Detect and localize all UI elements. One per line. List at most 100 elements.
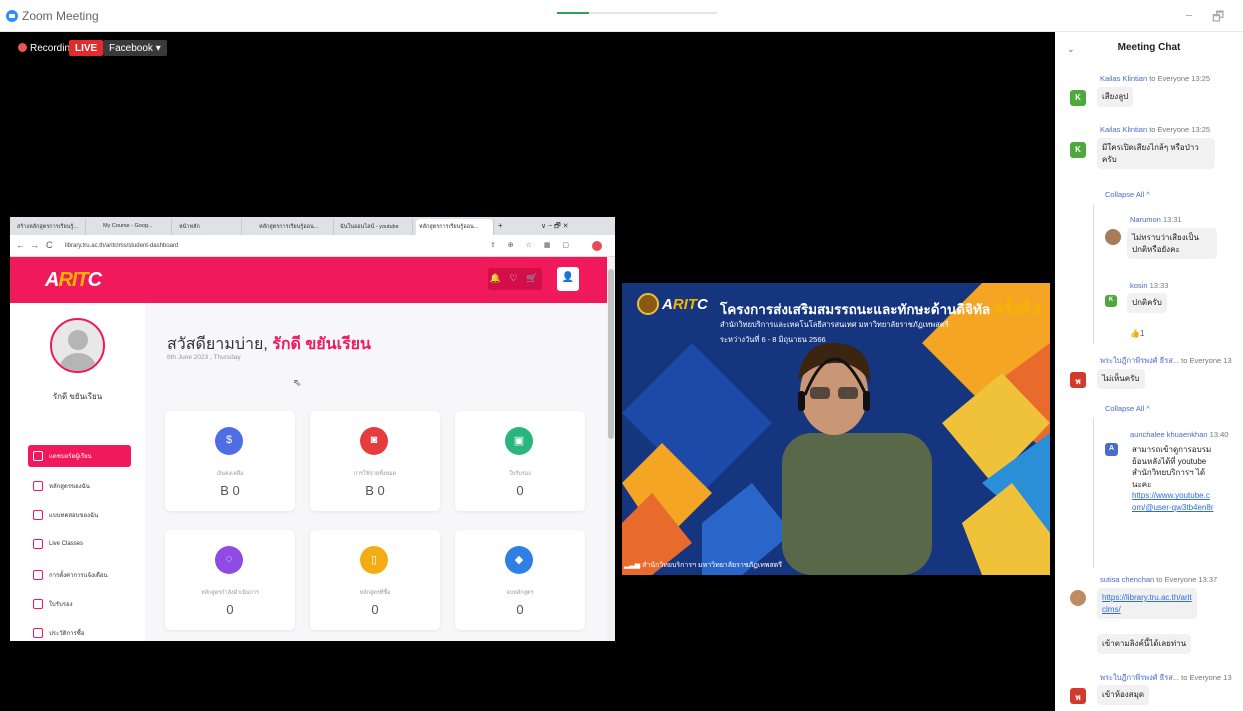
chat-message: มีใครเปิดเสียงไกล้ๆ หรือป่าวครับ xyxy=(1097,138,1215,170)
browser-tab[interactable]: สร้างหลักสูตรการเรียนรู้... xyxy=(14,219,86,235)
restore-button[interactable]: 🗗 xyxy=(1212,8,1224,30)
bell-icon xyxy=(33,570,43,580)
quiz-icon xyxy=(33,510,43,520)
wallet-icon: $ xyxy=(215,427,243,455)
chat-avatar: K xyxy=(1105,295,1117,307)
live-badge[interactable]: LIVE xyxy=(69,40,104,56)
thread-divider xyxy=(1093,204,1094,344)
card-certificates[interactable]: ▣ ใบรับรอง 0 xyxy=(455,411,585,511)
browser-toolbar-icons[interactable]: ⇪ ⊕ ☆ ▦ ▢ xyxy=(490,241,574,249)
library-link[interactable]: https://library.tru.ac.th/aritclms/ xyxy=(1102,593,1192,614)
chat-avatar: พ xyxy=(1070,688,1086,704)
card-purchased-courses[interactable]: ▯ หลักสูตรที่ซื้อ 0 xyxy=(310,530,440,630)
card-value: 0 xyxy=(516,483,524,498)
live-icon xyxy=(33,539,43,549)
card-total-spending[interactable]: ◙ การใช้จ่ายทั้งหมด B 0 xyxy=(310,411,440,511)
chat-message: สามารถเข้าดูการอบรมย้อนหลังได้ที่ youtub… xyxy=(1127,442,1219,518)
profile-avatar-icon[interactable] xyxy=(592,241,602,251)
facebook-stream-dropdown[interactable]: Facebook ▾ xyxy=(103,40,167,56)
window-title: Zoom Meeting xyxy=(22,9,99,23)
chat-message: เข้าตามลิงค์นี้ได้เลยท่าน xyxy=(1097,634,1192,654)
chat-avatar: A xyxy=(1105,443,1118,456)
chat-message: ไม่ทราบว่าเสียงเป็นปกติหรือยังคะ xyxy=(1127,228,1217,260)
chat-message: เข้าห้องสมุด xyxy=(1097,685,1150,705)
participant-name-caption: ▂▃▅ สำนักวิทยบริการฯ มหาวิทยาลัยราชภัฏเท… xyxy=(624,562,783,569)
browser-tab[interactable]: My Course - Goog... xyxy=(100,219,172,235)
card-label: การใช้จ่ายทั้งหมด xyxy=(353,471,397,477)
card-balance[interactable]: $ เงินคงเหลือ B 0 xyxy=(165,411,295,511)
url-input[interactable]: library.tru.ac.th/aritclms/student-dashb… xyxy=(65,240,485,253)
user-icon[interactable]: 👤 xyxy=(557,267,579,291)
card-label: จบหลักสูตร xyxy=(506,590,534,596)
browser-tab[interactable]: หน้าหลัก xyxy=(176,219,242,235)
greeting-date: 8th June 2023 , Thursday xyxy=(167,354,241,361)
video-banner-subtitle: สำนักวิทยบริการและเทคโนโลยีสารสนเทศ มหาว… xyxy=(720,320,949,329)
sidebar-item-my-quizzes[interactable]: แบบทดสอบของฉัน xyxy=(28,504,131,526)
card-completed-courses[interactable]: ◆ จบหลักสูตร 0 xyxy=(455,530,585,630)
mouse-cursor-icon: ⇖ xyxy=(293,378,302,389)
card-value: 0 xyxy=(371,602,379,617)
browser-tab[interactable]: หลักสูตรการเรียนรู้ออน... xyxy=(256,219,334,235)
chat-message: ไม่เห็นครับ xyxy=(1097,369,1145,389)
speaker-view-indicator xyxy=(557,12,717,14)
sidebar-item-live-classes[interactable]: Live Classes xyxy=(28,533,131,555)
bookmark-icon xyxy=(33,599,43,609)
meeting-chat-panel: ⌄ Meeting Chat Kailas Klintian to Everyo… xyxy=(1055,32,1243,711)
header-notification-wishlist-cart-icons[interactable]: 🔔 ♡ 🛒 xyxy=(488,268,542,290)
shared-screen-browser: สร้างหลักสูตรการเรียนรู้... My Course - … xyxy=(10,217,615,641)
browser-window-controls[interactable]: ∨ − 🗗 ✕ xyxy=(538,219,613,235)
browser-tabbar: สร้างหลักสูตรการเรียนรู้... My Course - … xyxy=(10,217,615,235)
chat-sender: aunchalee khuaenkhan 13:40 xyxy=(1130,430,1229,439)
card-courses-in-progress[interactable]: ◌ หลักสูตรกำลังดำเนินการ 0 xyxy=(165,530,295,630)
chat-sender: Kailas Klintian to Everyone 13:25 xyxy=(1100,74,1211,83)
chat-avatar-photo xyxy=(1105,229,1121,245)
collapse-all-link[interactable]: Collapse All ^ xyxy=(1105,404,1150,413)
receipt-icon xyxy=(33,628,43,638)
aritc-video-logo: ARITC xyxy=(662,296,708,313)
scrollbar-thumb[interactable] xyxy=(608,269,614,439)
university-seal-logo xyxy=(637,293,659,315)
monitor-icon xyxy=(33,451,43,461)
youtube-link[interactable]: https://www.youtube.com/@user-qw3tb4en8r xyxy=(1132,491,1214,512)
sidebar-item-my-courses[interactable]: หลักสูตรของฉัน xyxy=(28,475,131,497)
browser-address-bar: ← → C library.tru.ac.th/aritclms/student… xyxy=(10,235,615,257)
browser-tab[interactable]: ฉันในออนไลน์ - youtube xyxy=(337,219,413,235)
sidebar-item-certificates[interactable]: ใบรับรอง xyxy=(28,593,131,615)
card-value: B 0 xyxy=(365,483,385,498)
graduation-icon: ◆ xyxy=(505,546,533,574)
book-icon: ▯ xyxy=(360,546,388,574)
speaker-video-tile[interactable]: ARITC โครงการส่งเสริมสมรรถนะและทักษะด้าน… xyxy=(622,283,1050,575)
chat-message: เสียงลูป xyxy=(1097,87,1134,107)
window-titlebar: Zoom Meeting − 🗗 xyxy=(0,0,1243,32)
minimize-button[interactable]: − xyxy=(1185,8,1193,23)
aritc-logo[interactable]: ARITC xyxy=(45,269,102,292)
chat-sender: sutisa chenchan to Everyone 13:37 xyxy=(1100,575,1218,584)
sidebar-item-purchase-history[interactable]: ประวัติการซื้อ xyxy=(28,622,131,644)
thread-divider xyxy=(1093,418,1094,568)
new-tab-button[interactable]: + xyxy=(496,219,510,235)
card-label: หลักสูตรกำลังดำเนินการ xyxy=(200,590,260,596)
chat-sender: พระใบฎีกาพีรพงศ์ ธีรส... to Everyone 13 xyxy=(1100,673,1232,682)
reload-icon[interactable]: C xyxy=(46,240,53,250)
card-value: 0 xyxy=(516,602,524,617)
sidebar-item-dashboard[interactable]: แดชบอร์ดผู้เรียน xyxy=(28,445,131,467)
chat-sender: kosin 13:33 xyxy=(1130,281,1169,290)
collapse-all-link[interactable]: Collapse All ^ xyxy=(1105,190,1150,199)
thumbs-up-reaction[interactable]: 👍1 xyxy=(1130,329,1144,338)
site-header: ARITC 🔔 ♡ 🛒 👤 xyxy=(10,257,607,303)
back-arrow-icon[interactable]: ← xyxy=(16,240,25,250)
card-value: B 0 xyxy=(220,483,240,498)
recording-icon xyxy=(18,43,27,52)
sidebar-username: รักดี ขยันเรียน xyxy=(52,392,103,401)
forward-arrow-icon[interactable]: → xyxy=(30,240,39,250)
chat-avatar-photo xyxy=(1070,590,1086,606)
sidebar-item-notifications[interactable]: การตั้งค่าการแจ้งเตือน xyxy=(28,564,131,586)
browser-tab-active[interactable]: หลักสูตรการเรียนรู้ออน... xyxy=(416,219,494,235)
card-label: เงินคงเหลือ xyxy=(216,471,244,477)
chat-avatar: K xyxy=(1070,90,1086,106)
page-scrollbar[interactable] xyxy=(607,257,615,641)
chat-avatar: K xyxy=(1070,142,1086,158)
chat-sender: พระใบฎีกาพีรพงศ์ ธีรส... to Everyone 13 xyxy=(1100,356,1232,365)
user-avatar xyxy=(50,318,105,373)
card-label: หลักสูตรที่ซื้อ xyxy=(359,590,391,596)
